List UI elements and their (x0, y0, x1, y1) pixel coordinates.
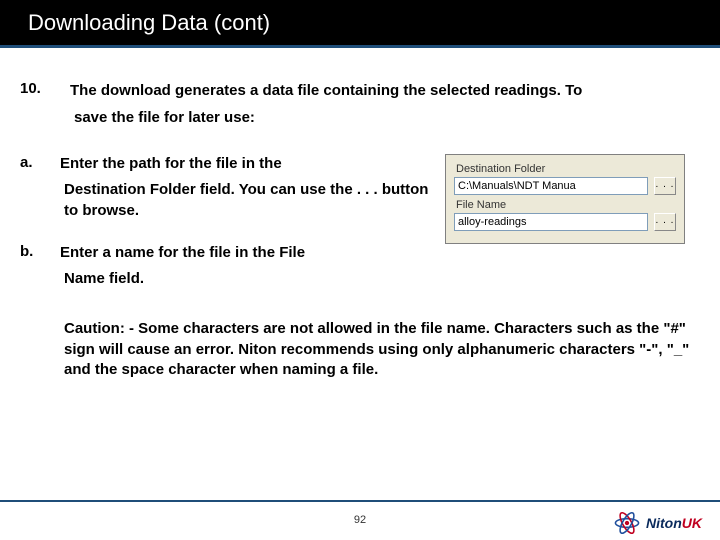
destination-folder-input[interactable] (454, 177, 648, 195)
title-band: Downloading Data (cont) (0, 0, 720, 45)
logo-brand: Niton (646, 515, 682, 531)
niton-logo: NitonUK (612, 510, 702, 536)
step-letter-b: b. (20, 243, 60, 263)
step-10-text-line2: save the file for later use: (74, 107, 700, 128)
step-letter-a: a. (20, 154, 60, 174)
footer-divider (0, 500, 720, 502)
caution-text: Caution: - Some characters are not allow… (64, 319, 690, 380)
step-10-text-line1: The download generates a data file conta… (70, 80, 700, 101)
browse-folder-button[interactable]: . . . (654, 177, 676, 195)
file-name-label: File Name (456, 199, 676, 211)
title-divider (0, 45, 720, 48)
logo-suffix: UK (682, 515, 702, 531)
step-a-line1: Enter the path for the file in the (60, 154, 435, 174)
step-a-cont: Destination Folder field. You can use th… (64, 180, 435, 221)
destination-folder-label: Destination Folder (456, 163, 676, 175)
file-name-input[interactable] (454, 213, 648, 231)
atom-icon (612, 510, 642, 536)
step-number-10: 10. (20, 80, 70, 101)
slide-title: Downloading Data (cont) (28, 10, 270, 36)
content-area: 10. The download generates a data file c… (20, 80, 700, 380)
step-b-cont: Name field. (64, 269, 435, 289)
step-b-line1: Enter a name for the file in the File (60, 243, 435, 263)
dialog-panel: Destination Folder . . . File Name . . . (445, 154, 685, 244)
browse-file-button[interactable]: . . . (654, 213, 676, 231)
logo-text: NitonUK (646, 515, 702, 531)
